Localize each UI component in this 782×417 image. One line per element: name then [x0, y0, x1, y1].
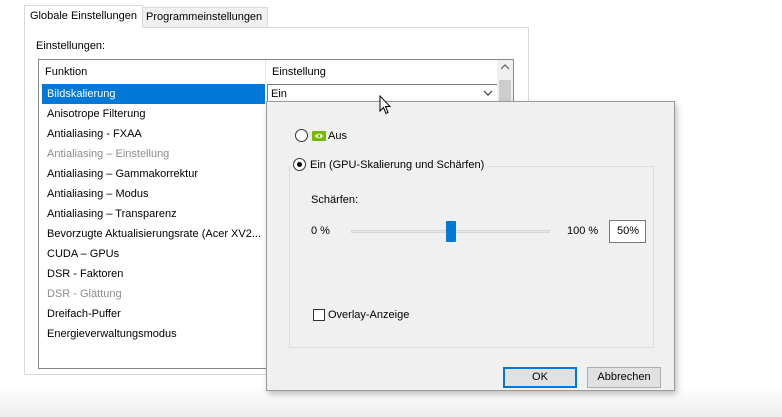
overlay-label: Overlay-Anzeige	[328, 309, 410, 321]
slider-max-label: 100 %	[567, 225, 599, 237]
sharpen-slider-thumb[interactable]	[446, 221, 456, 242]
table-row[interactable]: Energieverwaltungsmodus	[42, 324, 265, 344]
table-row[interactable]: Bevorzugte Aktualisierungsrate (Acer XV2…	[42, 224, 265, 244]
table-row[interactable]: Antialiasing - FXAA	[42, 124, 265, 144]
option-on-row[interactable]: Ein (GPU-Skalierung und Schärfen)	[291, 158, 488, 171]
radio-off[interactable]	[295, 129, 308, 142]
radio-on[interactable]	[293, 158, 306, 171]
cancel-button[interactable]: Abbrechen	[587, 367, 661, 388]
table-row[interactable]: Dreifach-Puffer	[42, 304, 265, 324]
option-on-label: Ein (GPU-Skalierung und Schärfen)	[310, 158, 485, 171]
option-off-label: Aus	[328, 129, 347, 142]
table-row[interactable]: Anisotrope Filterung	[42, 104, 265, 124]
table-row[interactable]: DSR - Faktoren	[42, 264, 265, 284]
scroll-up-arrow-icon[interactable]	[501, 64, 509, 70]
column-header-setting[interactable]: Einstellung	[266, 60, 498, 84]
tab-program-settings[interactable]: Programmeinstellungen	[140, 7, 269, 28]
mouse-cursor-icon	[379, 95, 391, 115]
overlay-checkbox[interactable]	[313, 309, 325, 321]
image-scaling-popup: Aus Ein (GPU-Skalierung und Schärfen) Sc…	[266, 101, 675, 391]
table-row[interactable]: Antialiasing – Modus	[42, 184, 265, 204]
option-off-row[interactable]: Aus	[295, 129, 347, 142]
chevron-down-icon	[483, 90, 493, 96]
table-row[interactable]: Antialiasing – Gammakorrektur	[42, 164, 265, 184]
sharpen-label: Schärfen:	[311, 194, 359, 206]
table-row[interactable]: Antialiasing – Transparenz	[42, 204, 265, 224]
slider-min-label: 0 %	[311, 225, 330, 237]
tab-global-settings[interactable]: Globale Einstellungen	[24, 5, 144, 28]
sharpen-value-input[interactable]: 50%	[609, 220, 646, 243]
table-row[interactable]: Bildskalierung	[42, 84, 265, 104]
dropdown-value: Ein	[271, 88, 287, 100]
column-header-function[interactable]: Funktion	[39, 60, 266, 84]
table-row[interactable]: CUDA – GPUs	[42, 244, 265, 264]
settings-label: Einstellungen:	[36, 40, 106, 52]
table-row[interactable]: DSR - Glättung	[42, 284, 265, 304]
overlay-row[interactable]: Overlay-Anzeige	[313, 309, 409, 321]
ok-button[interactable]: OK	[503, 367, 577, 388]
table-row[interactable]: Antialiasing – Einstellung	[42, 144, 265, 164]
nvidia-logo-icon	[312, 130, 326, 141]
